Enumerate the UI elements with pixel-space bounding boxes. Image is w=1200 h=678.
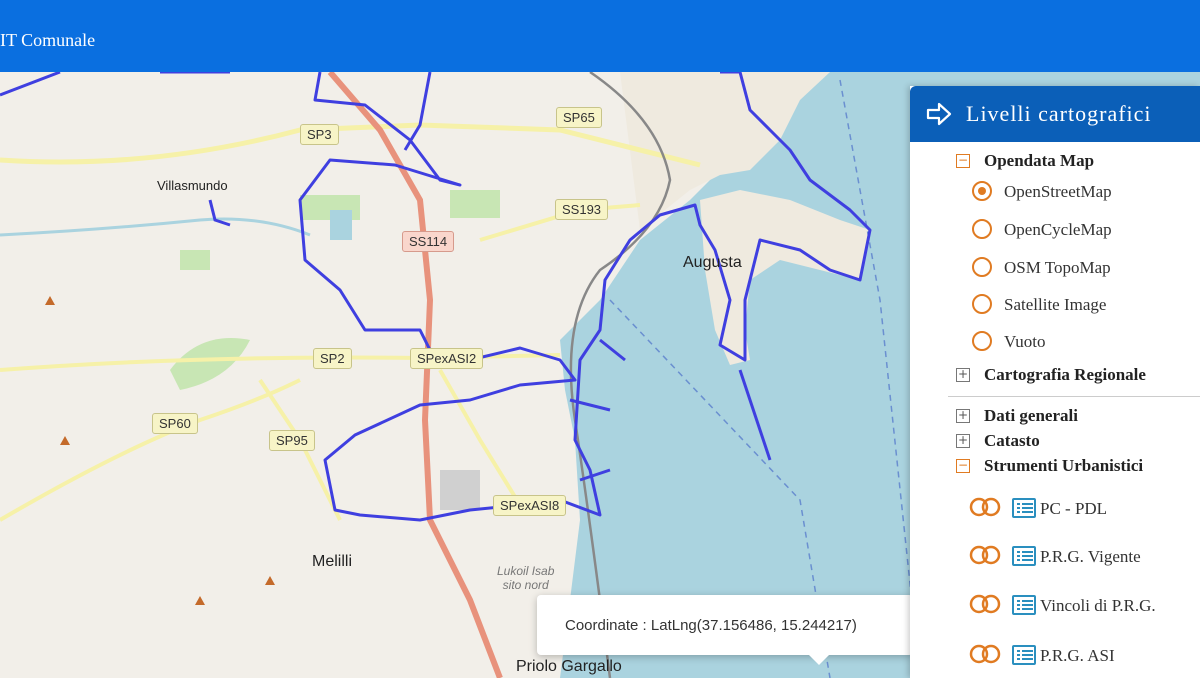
poi-lukoil-name: Lukoil Isab: [497, 564, 555, 578]
poi-lukoil-sub: sito nord: [502, 578, 549, 592]
toggle-icon[interactable]: [968, 545, 1002, 565]
list-icon[interactable]: [1012, 546, 1036, 566]
toggle-icon[interactable]: [968, 594, 1002, 614]
group-opendata[interactable]: Opendata Map: [984, 151, 1094, 171]
radio-icon[interactable]: [972, 257, 992, 277]
toggle-icon[interactable]: [968, 644, 1002, 664]
radio-icon[interactable]: [972, 294, 992, 314]
layer-pc-pdl[interactable]: PC - PDL: [1040, 499, 1107, 519]
town-villasmundo: Villasmundo: [157, 178, 228, 193]
layers-panel: Livelli cartografici − Opendata Map Open…: [910, 86, 1200, 678]
town-augusta: Augusta: [683, 254, 742, 271]
panel-header[interactable]: Livelli cartografici: [910, 86, 1200, 142]
collapse-icon[interactable]: −: [956, 459, 970, 473]
collapse-icon[interactable]: −: [956, 154, 970, 168]
group-catasto[interactable]: Catasto: [984, 431, 1040, 451]
radio-icon[interactable]: [972, 219, 992, 239]
popup-tip: [807, 653, 831, 665]
road-label-ss193: SS193: [555, 199, 609, 220]
road-label-spexasi8: SPexASI8: [493, 495, 567, 516]
list-icon[interactable]: [1012, 645, 1036, 665]
coordinate-popup: Coordinate : LatLng(37.156486, 15.244217…: [537, 595, 913, 665]
road-label-sp3: SP3: [300, 124, 339, 145]
town-priolo-gargallo: Priolo Gargallo: [516, 658, 622, 675]
radio-icon[interactable]: [972, 331, 992, 351]
group-dati-generali[interactable]: Dati generali: [984, 406, 1078, 426]
road-label-sp2: SP2: [313, 348, 352, 369]
road-label-sp65: SP65: [556, 107, 602, 128]
layer-prg-asi[interactable]: P.R.G. ASI: [1040, 646, 1115, 666]
coordinate-text: Coordinate : LatLng(37.156486, 15.244217…: [565, 617, 857, 634]
radio-icon[interactable]: [972, 181, 992, 201]
option-satellite[interactable]: Satellite Image: [1004, 295, 1106, 315]
group-strumenti-urbanistici[interactable]: Strumenti Urbanistici: [984, 456, 1143, 476]
road-label-spexasi2: SPexASI2: [410, 348, 484, 369]
expand-icon[interactable]: +: [956, 409, 970, 423]
panel-divider: [948, 396, 1200, 397]
road-label-ss114: SS114: [402, 231, 455, 252]
option-openstreetmap[interactable]: OpenStreetMap: [1004, 182, 1112, 202]
expand-icon[interactable]: +: [956, 368, 970, 382]
app-header: IT Comunale: [0, 0, 1200, 72]
poi-lukoil: Lukoil Isab sito nord: [497, 564, 554, 592]
road-label-sp95: SP95: [269, 430, 315, 451]
expand-icon[interactable]: +: [956, 434, 970, 448]
toggle-icon[interactable]: [968, 497, 1002, 517]
panel-title: Livelli cartografici: [966, 101, 1152, 126]
option-opencyclemap[interactable]: OpenCycleMap: [1004, 220, 1112, 240]
road-primary: [0, 122, 701, 168]
app-title: IT Comunale: [0, 30, 96, 50]
layer-vincoli-prg[interactable]: Vincoli di P.R.G.: [1040, 596, 1156, 616]
layer-prg-vigente[interactable]: P.R.G. Vigente: [1040, 547, 1141, 567]
option-vuoto[interactable]: Vuoto: [1004, 332, 1045, 352]
road-label-sp60: SP60: [152, 413, 198, 434]
town-melilli: Melilli: [312, 553, 352, 570]
group-cartografia-regionale[interactable]: Cartografia Regionale: [984, 365, 1146, 385]
option-osm-topomap[interactable]: OSM TopoMap: [1004, 258, 1111, 278]
list-icon[interactable]: [1012, 595, 1036, 615]
list-icon[interactable]: [1012, 498, 1036, 518]
arrow-right-icon[interactable]: [926, 101, 952, 127]
